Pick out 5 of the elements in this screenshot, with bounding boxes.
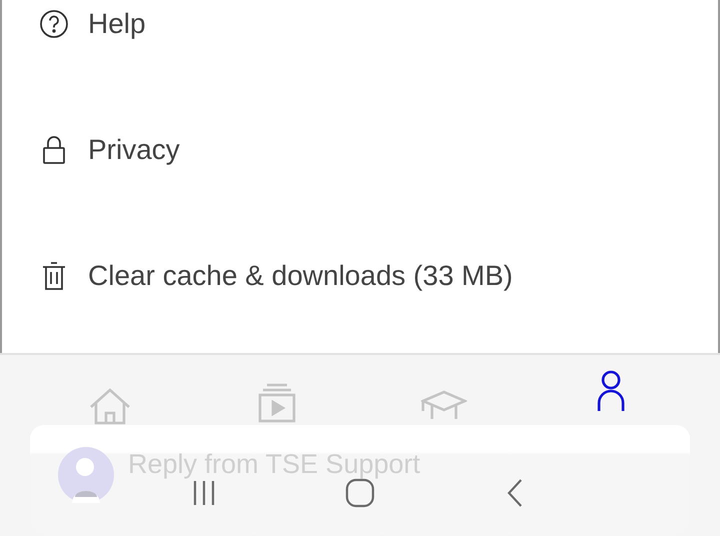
avatar-icon xyxy=(58,447,114,503)
menu-item-label[interactable]: Help xyxy=(88,8,146,40)
help-icon xyxy=(38,8,70,40)
menu-item-label[interactable]: Clear cache & downloads (33 MB) xyxy=(88,260,513,292)
menu-item-label[interactable]: Privacy xyxy=(88,134,180,166)
